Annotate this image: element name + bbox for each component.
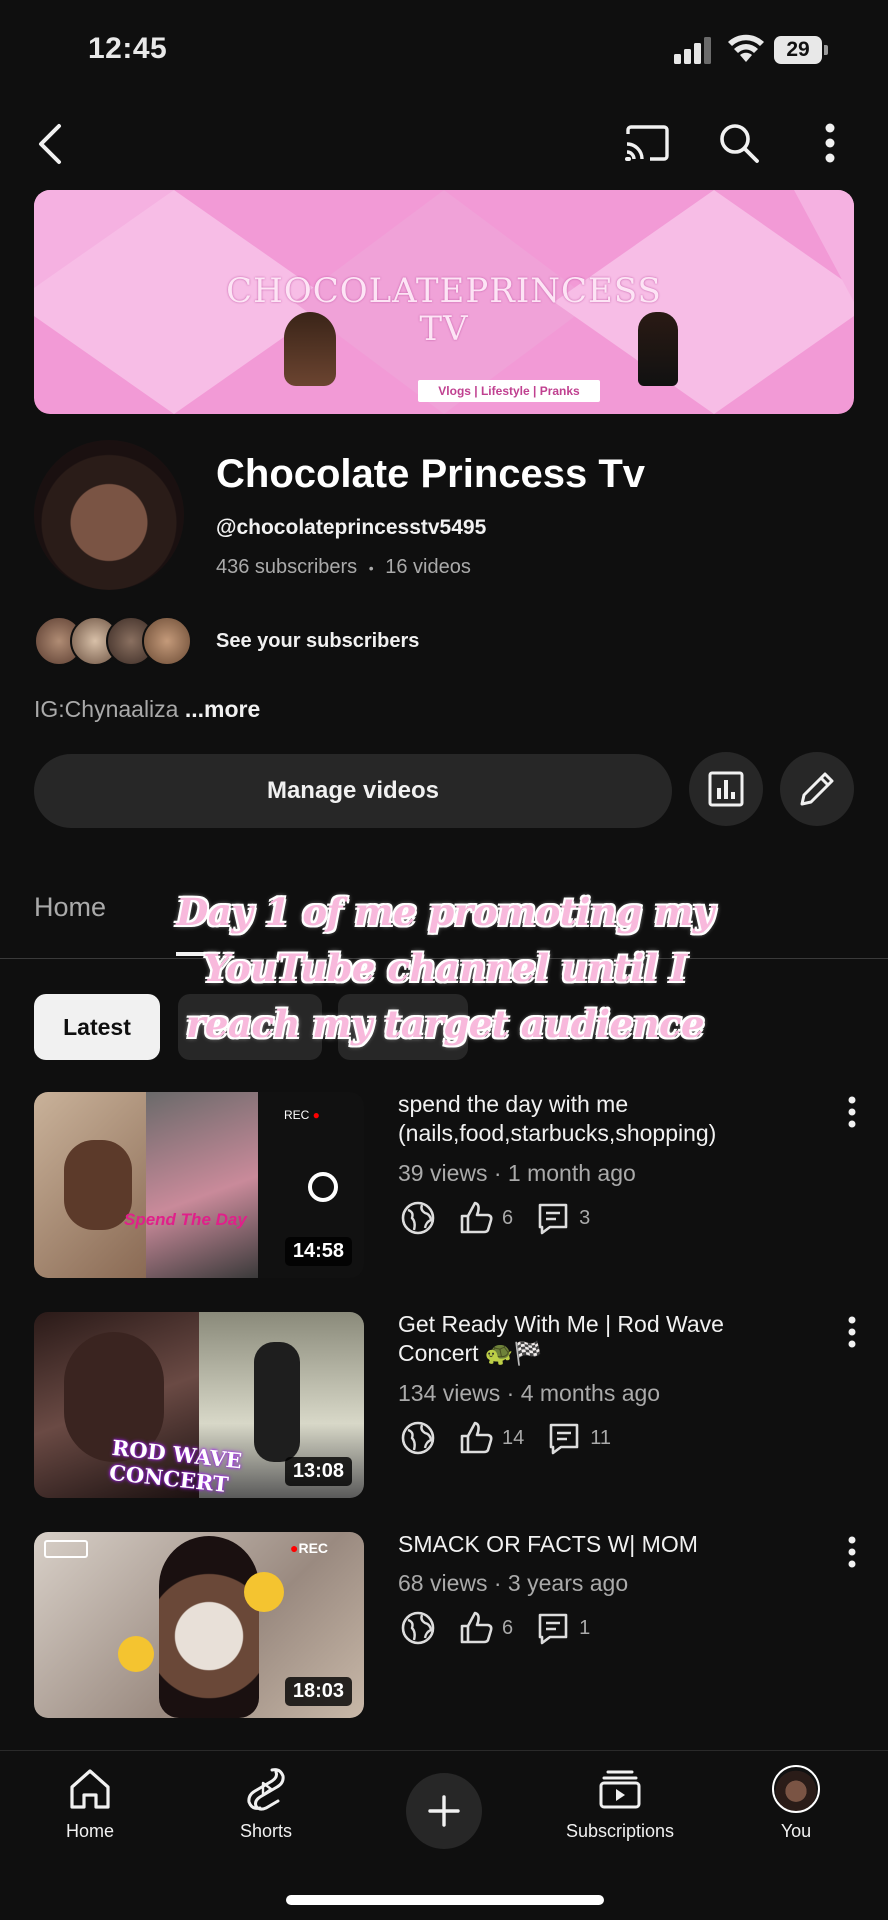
video-menu-icon[interactable] (842, 1314, 862, 1350)
video-meta: 39 views · 1 month ago (398, 1160, 636, 1186)
video-title[interactable]: SMACK OR FACTS W| MOM (398, 1530, 798, 1559)
thumbs-up-icon (456, 1608, 496, 1648)
vertical-dots-icon (825, 123, 835, 163)
video-thumbnail[interactable]: ROD WAVE CONCERT 13:08 (34, 1312, 364, 1498)
battery-level: 29 (774, 36, 822, 64)
nav-home[interactable]: Home (10, 1765, 170, 1842)
wifi-icon (728, 34, 764, 62)
video-title[interactable]: spend the day with me (nails,food,starbu… (398, 1090, 798, 1148)
video-meta: 68 views · 3 years ago (398, 1570, 629, 1596)
like-count: 6 (502, 1206, 514, 1229)
thumbs-up-icon (456, 1418, 496, 1458)
comment-count: 3 (579, 1206, 591, 1229)
video-menu-icon[interactable] (842, 1094, 862, 1130)
battery-icon: 29 (774, 36, 828, 64)
video-meta: 134 views · 4 months ago (398, 1380, 661, 1406)
globe-icon (398, 1198, 438, 1238)
video-stats-row: 6 1 (398, 1608, 610, 1648)
back-button[interactable] (26, 116, 74, 172)
more-link[interactable]: ...more (185, 696, 260, 722)
comment-count: 11 (590, 1426, 612, 1449)
plus-icon (428, 1795, 460, 1827)
cast-icon (625, 125, 669, 161)
thumbs-up-icon (456, 1198, 496, 1238)
nav-shorts[interactable]: Shorts (186, 1765, 346, 1842)
video-duration: 18:03 (284, 1677, 352, 1706)
comment-icon (533, 1608, 573, 1648)
nav-subscriptions[interactable]: Subscriptions (540, 1765, 700, 1842)
globe-icon (398, 1418, 438, 1458)
channel-description[interactable]: IG:Chynaaliza ...more (34, 696, 260, 723)
chevron-left-icon (39, 124, 61, 164)
globe-icon (398, 1608, 438, 1648)
banner-tagline: Vlogs | Lifestyle | Pranks (418, 380, 600, 402)
nav-you[interactable]: You (716, 1765, 876, 1842)
overlay-caption: Day 1 of me promoting my YouTube channel… (176, 890, 714, 1046)
manage-videos-button[interactable]: Manage videos (34, 754, 672, 828)
analytics-button[interactable] (689, 752, 763, 826)
comment-count: 1 (579, 1616, 591, 1639)
subscriptions-icon (599, 1770, 641, 1809)
channel-handle: @chocolateprincesstv5495 (216, 516, 487, 539)
video-title[interactable]: Get Ready With Me | Rod Wave Concert 🐢🏁 (398, 1310, 798, 1368)
like-count: 14 (502, 1426, 525, 1449)
search-icon (720, 124, 759, 163)
channel-avatar[interactable] (34, 440, 184, 590)
home-icon (70, 1769, 110, 1809)
profile-avatar (772, 1765, 820, 1813)
shorts-icon (247, 1768, 285, 1811)
video-menu-icon[interactable] (842, 1534, 862, 1570)
channel-name: Chocolate Princess Tv (216, 452, 646, 496)
channel-stats: 436 subscribers • 16 videos (216, 556, 471, 578)
video-thumbnail[interactable]: REC ● Spend The Day 14:58 (34, 1092, 364, 1278)
video-stats-row: 6 3 (398, 1198, 610, 1238)
search-button[interactable] (714, 118, 764, 168)
create-button[interactable] (406, 1773, 482, 1849)
video-duration: 14:58 (284, 1237, 352, 1266)
like-count: 6 (502, 1616, 514, 1639)
tab-home[interactable]: Home (34, 892, 106, 923)
edit-button[interactable] (780, 752, 854, 826)
video-stats-row: 14 11 (398, 1418, 631, 1458)
subscriber-avatars[interactable] (34, 616, 198, 666)
home-indicator (286, 1895, 604, 1905)
pencil-icon (800, 772, 834, 806)
banner-title: CHOCOLATEPRINCESS TV (226, 271, 662, 349)
cellular-signal-icon (674, 37, 711, 64)
channel-banner: CHOCOLATEPRINCESS TV Vlogs | Lifestyle | … (34, 190, 854, 414)
comment-icon (533, 1198, 573, 1238)
bottom-navigation: Home Shorts Subscriptions You (0, 1750, 888, 1920)
chip-latest[interactable]: Latest (34, 994, 160, 1060)
comment-icon (544, 1418, 584, 1458)
status-time: 12:45 (88, 32, 168, 65)
video-duration: 13:08 (284, 1457, 352, 1486)
video-count: 16 videos (385, 556, 471, 578)
see-subscribers-link[interactable]: See your subscribers (216, 630, 419, 653)
subscriber-count: 436 subscribers (216, 556, 358, 578)
video-thumbnail[interactable]: ●REC 18:03 (34, 1532, 364, 1718)
more-options-button[interactable] (810, 118, 850, 168)
cast-button[interactable] (622, 120, 672, 166)
analytics-icon (708, 771, 744, 807)
